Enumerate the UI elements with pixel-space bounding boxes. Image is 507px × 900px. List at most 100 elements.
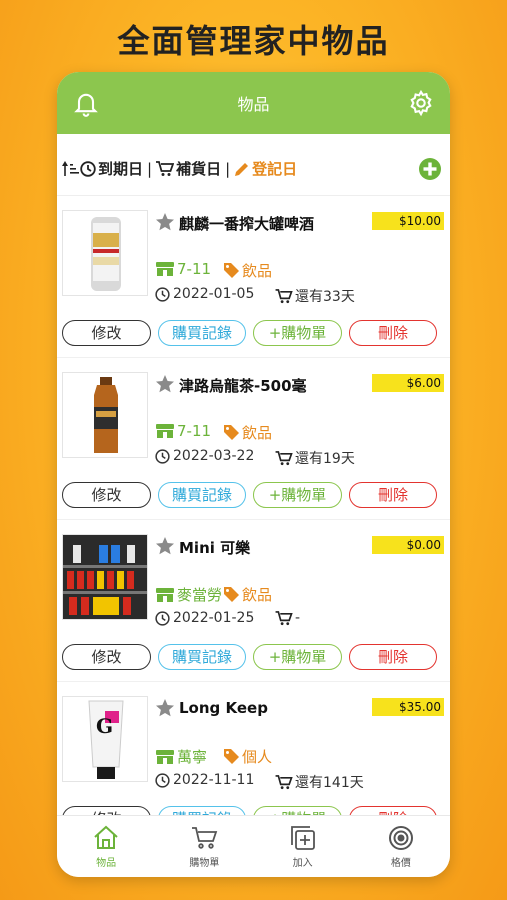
category-tag: 飲品 — [223, 584, 272, 605]
separator: | — [225, 159, 231, 178]
item-name: Long Keep — [179, 699, 268, 717]
item-thumbnail[interactable] — [62, 372, 148, 458]
expiry-date: 2022-01-05 — [155, 286, 254, 302]
cart-icon — [275, 450, 293, 465]
restock-remaining: - — [275, 610, 300, 626]
star-icon[interactable] — [155, 212, 175, 232]
clock-icon — [80, 160, 96, 177]
sort-expiry-button[interactable]: 到期日 — [80, 158, 143, 179]
store-icon — [156, 424, 174, 438]
category-tag: 個人 — [223, 746, 272, 767]
sort-expiry-label: 到期日 — [98, 160, 144, 178]
item-thumbnail[interactable] — [62, 210, 148, 296]
category-label: 飲品 — [242, 424, 273, 442]
cart-icon — [275, 774, 293, 789]
store-label: 麥當勞 — [177, 586, 223, 604]
restock-remaining: 還有141天 — [275, 772, 364, 792]
price-badge: $10.00 — [372, 212, 444, 230]
list-item[interactable]: GLong Keep$35.00萬寧個人2022-11-11還有141天修改購買… — [57, 682, 450, 816]
add-to-cart-button[interactable]: +購物單 — [253, 644, 342, 670]
item-thumbnail[interactable]: G — [62, 696, 148, 782]
item-actions: 修改購買記錄 +購物單刪除 — [62, 482, 437, 508]
delete-button[interactable]: 刪除 — [349, 320, 437, 346]
add-to-cart-button[interactable]: +購物單 — [253, 320, 342, 346]
remaining-days: 還有141天 — [295, 775, 364, 791]
clock-icon — [155, 772, 170, 788]
expiry-date-value: 2022-01-25 — [173, 610, 255, 626]
store-label: 7-11 — [177, 422, 212, 440]
tab-shopping-list[interactable]: 購物單 — [155, 816, 253, 877]
item-list: 麒麟一番搾大罐啤酒 $10.00 7-11 飲品 2022-01-05 還有33天 修改 購買… — [57, 196, 450, 816]
tab-items[interactable]: 物品 — [57, 816, 155, 877]
item-actions: 修改購買記錄 +購物單刪除 — [62, 644, 437, 670]
tab-label: 購物單 — [189, 858, 220, 869]
list-item[interactable]: 津路烏龍茶-500毫 $6.00 7-11 飲品 2022-03-22 還有19天 修改 購買… — [57, 358, 450, 520]
sort-record-button[interactable]: 登記日 — [234, 158, 297, 179]
sort-restock-button[interactable]: 補貨日 — [156, 158, 221, 179]
store-tag: 麥當勞 — [155, 584, 222, 605]
purchase-history-button[interactable]: 購買記錄 — [158, 644, 246, 670]
star-icon[interactable] — [155, 374, 175, 394]
category-label: 飲品 — [242, 262, 273, 280]
expiry-date-value: 2022-01-05 — [173, 286, 255, 302]
tab-label: 加入 — [292, 858, 313, 869]
edit-button[interactable]: 修改 — [62, 644, 151, 670]
store-tag: 7-11 — [155, 422, 211, 440]
price-badge: $0.00 — [372, 536, 444, 554]
delete-button[interactable]: 刪除 — [349, 644, 437, 670]
star-icon[interactable] — [155, 698, 175, 718]
restock-remaining: 還有19天 — [275, 448, 355, 468]
tea-bottle-image — [63, 373, 147, 457]
price-badge: $6.00 — [372, 374, 444, 392]
add-item-icon[interactable] — [418, 157, 442, 181]
clock-icon — [155, 610, 170, 626]
tab-label: 物品 — [96, 858, 117, 869]
purchase-history-button[interactable]: 購買記錄 — [158, 320, 246, 346]
clock-icon — [155, 286, 170, 302]
sort-icon — [62, 160, 79, 176]
navbar: 物品 — [57, 72, 450, 134]
price-badge: $35.00 — [372, 698, 444, 716]
tab-add[interactable]: 加入 — [254, 816, 352, 877]
edit-button[interactable]: 修改 — [62, 320, 151, 346]
star-icon[interactable] — [155, 536, 175, 556]
item-thumbnail[interactable] — [62, 534, 148, 620]
svg-text:G: G — [96, 714, 113, 738]
cart-icon — [275, 610, 293, 625]
category-label: 飲品 — [242, 586, 273, 604]
page-title: 物品 — [237, 95, 270, 114]
item-name: 津路烏龍茶-500毫 — [179, 377, 307, 395]
sort-order-button[interactable] — [62, 160, 80, 177]
cart-icon — [192, 827, 218, 849]
hair-gel-tube-image: G — [63, 697, 147, 781]
purchase-history-button[interactable]: 購買記錄 — [158, 482, 246, 508]
remaining-days: - — [295, 610, 301, 626]
tag-icon — [224, 587, 239, 602]
add-to-cart-button[interactable]: +購物單 — [253, 482, 342, 508]
tab-price-compare[interactable]: 格價 — [352, 816, 450, 877]
store-label: 萬寧 — [177, 748, 208, 766]
tab-bar: 物品 購物單 加入 格價 — [57, 815, 450, 877]
store-icon — [156, 587, 174, 602]
item-name: 麒麟一番搾大罐啤酒 — [179, 215, 315, 233]
store-icon — [156, 749, 174, 764]
list-item[interactable]: Mini 可樂 $0.00 麥當勞 飲品 2022-01-25 - 修改 購買記錄 +購物單 刪除 — [57, 520, 450, 682]
restock-remaining: 還有33天 — [275, 286, 355, 306]
cart-icon — [275, 288, 293, 303]
list-item[interactable]: 麒麟一番搾大罐啤酒 $10.00 7-11 飲品 2022-01-05 還有33天修改 購買… — [57, 196, 450, 358]
promo-headline: 全面管理家中物品 — [117, 22, 390, 60]
store-label: 7-11 — [177, 260, 212, 278]
expiry-date: 2022-01-25 — [155, 610, 254, 626]
home-icon — [94, 825, 118, 849]
bell-icon[interactable] — [72, 89, 100, 117]
sort-restock-label: 補貨日 — [176, 160, 222, 178]
tag-icon — [224, 263, 239, 278]
gear-icon[interactable] — [407, 89, 435, 117]
fridge-image — [63, 535, 147, 619]
delete-button[interactable]: 刪除 — [349, 482, 437, 508]
pencil-icon — [235, 162, 249, 176]
expiry-date-value: 2022-11-11 — [173, 772, 255, 788]
tab-label: 格價 — [390, 858, 411, 869]
edit-button[interactable]: 修改 — [62, 482, 151, 508]
separator: | — [147, 159, 153, 178]
